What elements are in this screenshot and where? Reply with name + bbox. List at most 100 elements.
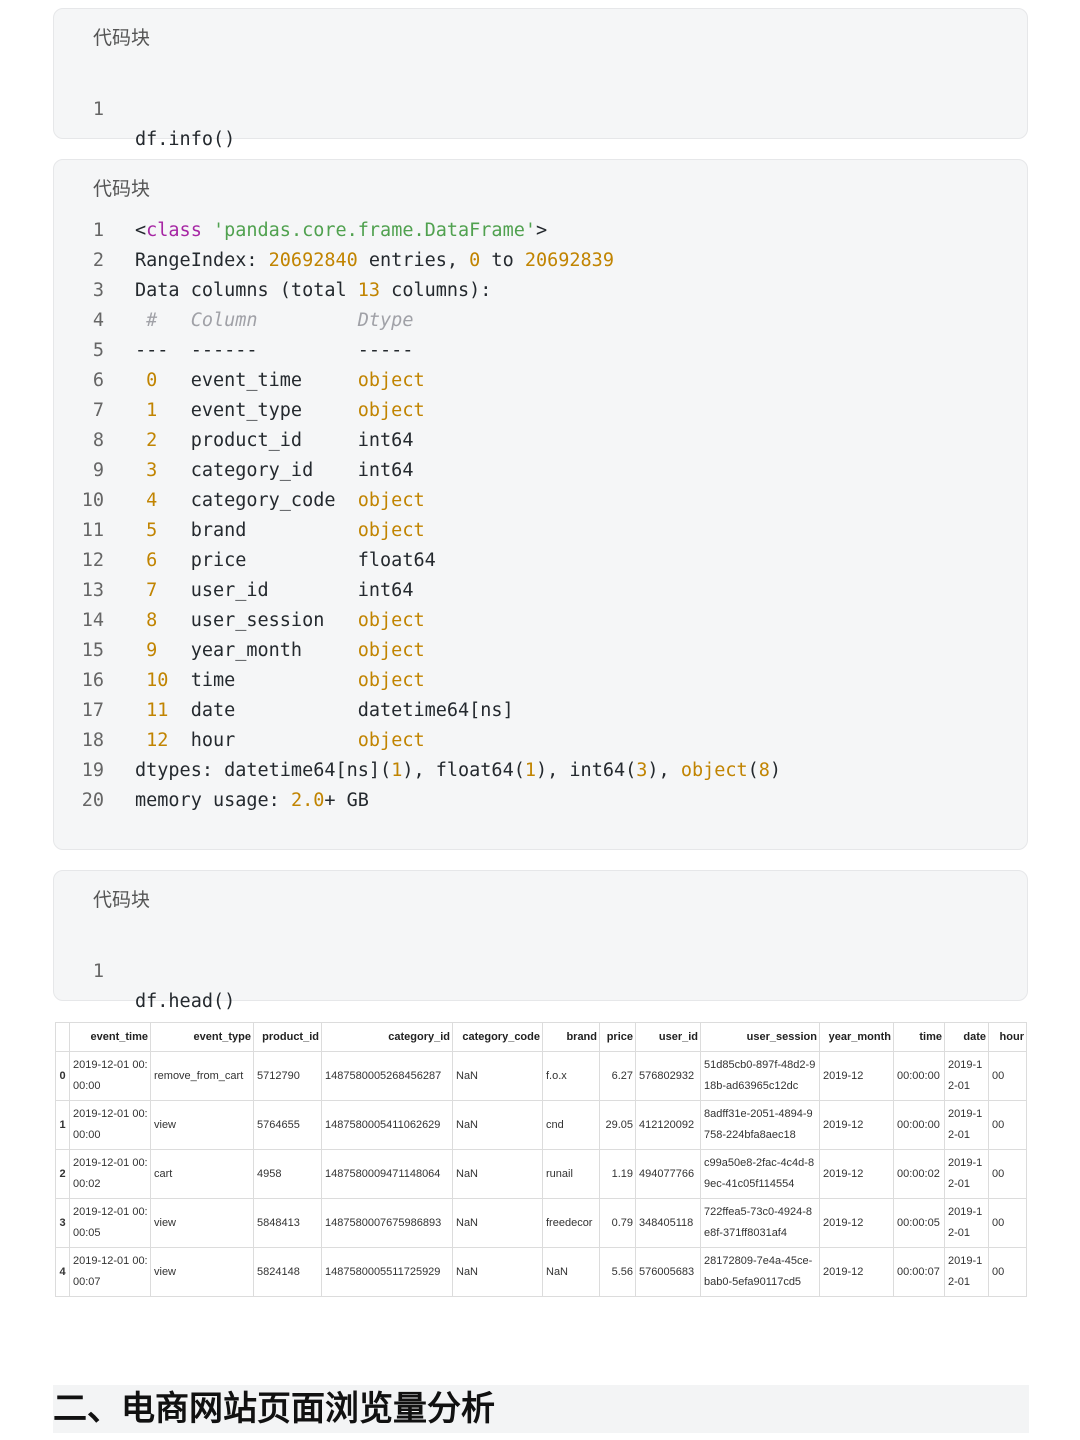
line-number: 6 (92, 370, 104, 391)
table-cell: 2019-12-01 (944, 1247, 989, 1297)
code-line: 14 8 user_session object (54, 606, 1027, 636)
code-text: 11 date datetime64[ns] (146, 700, 514, 721)
table-cell: 2019-12-01 00:00:00 (69, 1100, 151, 1150)
code-block-label: 代码块 (93, 27, 151, 49)
code-text: df.head() (135, 991, 236, 1012)
table-cell: runail (542, 1149, 600, 1199)
line-number: 2 (92, 250, 104, 271)
column-header: user_id (635, 1022, 701, 1052)
column-header: category_code (452, 1022, 543, 1052)
code-line: 1 df.info() (54, 65, 1027, 150)
table-cell: 00 (988, 1198, 1027, 1248)
table-cell: f.o.x (542, 1051, 600, 1101)
table-cell: 1487580005411062629 (321, 1100, 453, 1150)
table-row: 4 2019-12-01 00:00:07 view 5824148 148758000… (55, 1247, 1027, 1297)
table-cell: 00 (988, 1100, 1027, 1150)
table-cell: cart (150, 1149, 254, 1199)
table-cell: 2019-12-01 00:00:07 (69, 1247, 151, 1297)
code-lines: 1 <class 'pandas.core.frame.DataFrame'> 2 R… (54, 216, 1027, 816)
code-text: # Column Dtype (146, 310, 414, 331)
table-cell: c99a50e8-2fac-4c4d-89ec-41c05f114554 (700, 1149, 820, 1199)
table-cell: 2019-12 (819, 1149, 894, 1199)
table-cell: 1487580009471148064 (321, 1149, 453, 1199)
code-line: 11 5 brand object (54, 516, 1027, 546)
row-index: 0 (55, 1051, 70, 1101)
code-block-info: 代码块 1 df.info() (53, 8, 1028, 150)
table-cell: NaN (452, 1100, 543, 1150)
table-cell: 1487580005268456287 (321, 1051, 453, 1101)
table-cell: 51d85cb0-897f-48d2-918b-ad63965c12dc (700, 1051, 820, 1101)
code-line: 18 12 hour object (54, 726, 1027, 756)
line-number: 1 (92, 961, 104, 982)
column-header: brand (542, 1022, 600, 1052)
table-cell: 2019-12 (819, 1051, 894, 1101)
line-number: 1 (92, 220, 104, 241)
code-line: 19 dtypes: datetime64[ns](1), float64(1),… (54, 756, 1027, 786)
code-text: 3 category_id int64 (146, 460, 414, 481)
table-cell: 00 (988, 1247, 1027, 1297)
table-cell: 5824148 (253, 1247, 322, 1297)
table-cell: 00:00:00 (893, 1100, 945, 1150)
table-cell: view (150, 1100, 254, 1150)
table-cell: NaN (452, 1051, 543, 1101)
code-line: 20 memory usage: 2.0+ GB (54, 786, 1027, 816)
table-cell: 29.05 (599, 1100, 636, 1150)
code-text: 6 price float64 (146, 550, 436, 571)
table-cell: 00:00:05 (893, 1198, 945, 1248)
table-cell: 0.79 (599, 1198, 636, 1248)
column-header: user_session (700, 1022, 820, 1052)
code-line: 17 11 date datetime64[ns] (54, 696, 1027, 726)
row-index: 3 (55, 1198, 70, 1248)
code-text: 2 product_id int64 (146, 430, 414, 451)
line-number: 7 (92, 400, 104, 421)
table-cell: 494077766 (635, 1149, 701, 1199)
section-title: 二、电商网站页面浏览量分析 (53, 1385, 1029, 1433)
line-number: 13 (81, 580, 104, 601)
table-cell: 2019-12-01 (944, 1051, 989, 1101)
table-cell: 5.56 (599, 1247, 636, 1297)
table-row: 3 2019-12-01 00:00:05 view 5848413 148758000… (55, 1198, 1027, 1248)
table-cell: 6.27 (599, 1051, 636, 1101)
table-cell: 00 (988, 1149, 1027, 1199)
table-cell: 2019-12 (819, 1198, 894, 1248)
column-header: date (944, 1022, 989, 1052)
table-cell: 576005683 (635, 1247, 701, 1297)
table-cell: 2019-12-01 (944, 1149, 989, 1199)
table-cell: NaN (542, 1247, 600, 1297)
line-number: 4 (92, 310, 104, 331)
code-text: 9 year_month object (146, 640, 425, 661)
column-header: hour (988, 1022, 1027, 1052)
column-header (55, 1022, 70, 1052)
table-cell: 412120092 (635, 1100, 701, 1150)
line-number: 18 (81, 730, 104, 751)
code-text: 8 user_session object (146, 610, 425, 631)
table-cell: 2019-12-01 00:00:00 (69, 1051, 151, 1101)
code-line: 12 6 price float64 (54, 546, 1027, 576)
table-cell: 1487580007675986893 (321, 1198, 453, 1248)
line-number: 8 (92, 430, 104, 451)
column-header: time (893, 1022, 945, 1052)
line-number: 19 (81, 760, 104, 781)
dataframe-output: event_time event_type product_id category_i… (55, 1022, 1027, 1297)
column-header: category_id (321, 1022, 453, 1052)
column-header: year_month (819, 1022, 894, 1052)
table-cell: 2019-12 (819, 1247, 894, 1297)
line-number: 15 (81, 640, 104, 661)
column-header: price (599, 1022, 636, 1052)
code-line: 13 7 user_id int64 (54, 576, 1027, 606)
code-text: 5 brand object (146, 520, 425, 541)
table-cell: 1487580005511725929 (321, 1247, 453, 1297)
dataframe-table: event_time event_type product_id category_i… (55, 1022, 1027, 1297)
code-text: dtypes: datetime64[ns](1), float64(1), i… (135, 760, 782, 781)
table-cell: 722ffea5-73c0-4924-8e8f-371ff8031af4 (700, 1198, 820, 1248)
table-row: 2 2019-12-01 00:00:02 cart 4958 148758000947… (55, 1149, 1027, 1199)
code-line: 8 2 product_id int64 (54, 426, 1027, 456)
table-cell: 00:00:02 (893, 1149, 945, 1199)
code-block-head: 代码块 1 df.head() (53, 870, 1028, 1012)
table-cell: 00:00:07 (893, 1247, 945, 1297)
table-cell: NaN (452, 1198, 543, 1248)
code-text: 0 event_time object (146, 370, 425, 391)
table-cell: 8adff31e-2051-4894-9758-224bfa8aec18 (700, 1100, 820, 1150)
line-number: 5 (92, 340, 104, 361)
code-line: 5 --- ------ ----- (54, 336, 1027, 366)
